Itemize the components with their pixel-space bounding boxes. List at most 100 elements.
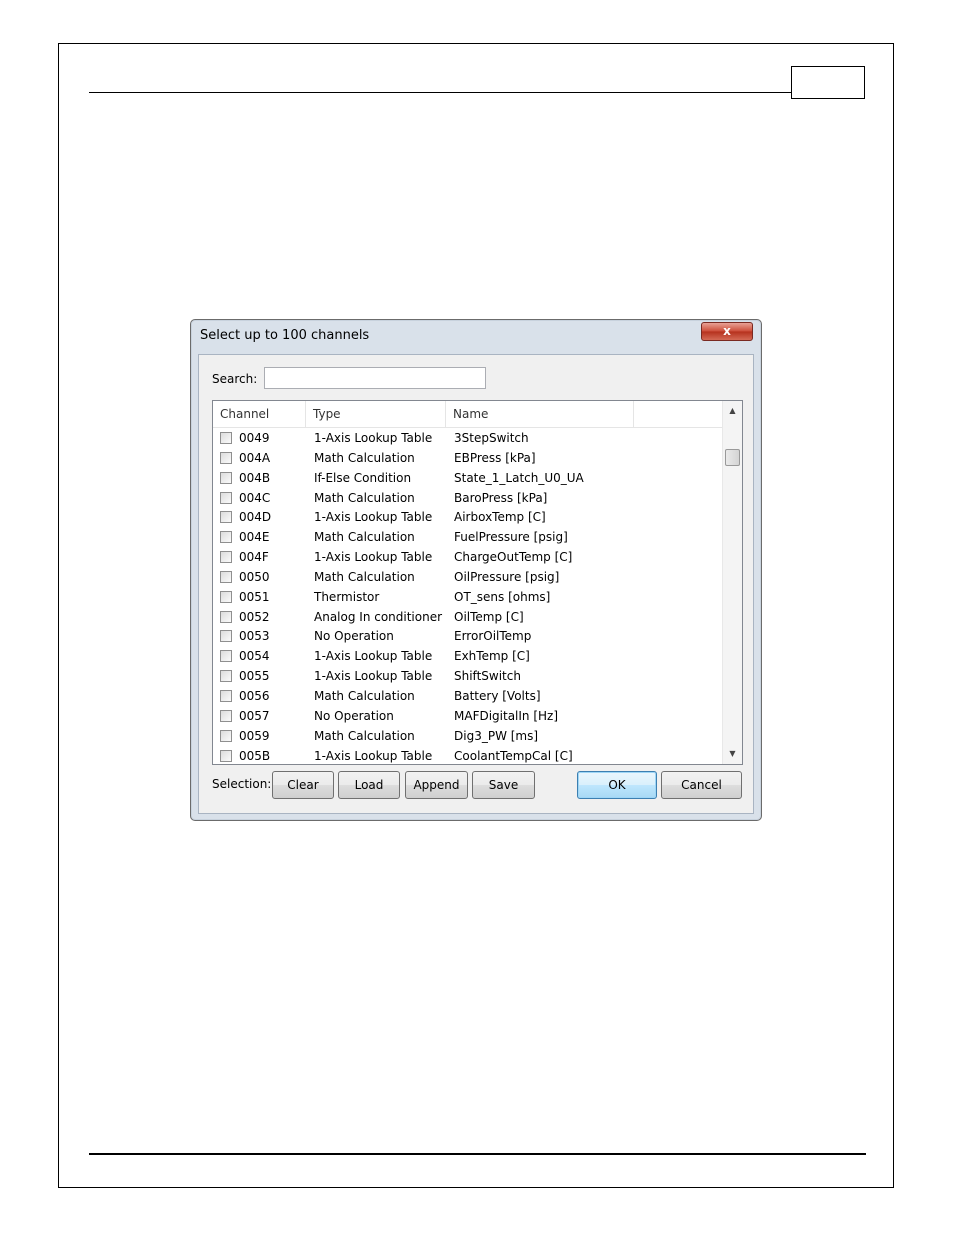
type-cell: Math Calculation [314, 490, 415, 505]
table-row[interactable]: 004B If-Else Condition State_1_Latch_U0_UA [213, 469, 723, 489]
name-cell: FuelPressure [psig] [454, 530, 568, 545]
name-cell: OT_sens [ohms] [454, 589, 551, 604]
type-cell: Math Calculation [314, 688, 415, 703]
channel-rows: 0049 1-Axis Lookup Table 3StepSwitch 004A Ma… [213, 429, 723, 765]
channel-cell: 0059 [239, 728, 270, 743]
table-row[interactable]: 004D 1-Axis Lookup Table AirboxTemp [C] [213, 508, 723, 528]
table-row[interactable]: 004F 1-Axis Lookup Table ChargeOutTemp [C] [213, 548, 723, 568]
column-header-channel[interactable]: Channel [213, 401, 306, 427]
dialog-body: Search: Channel Type Name 0049 1-Axis Loo… [198, 354, 754, 814]
load-button[interactable]: Load [338, 771, 400, 799]
close-button[interactable]: x [701, 322, 753, 341]
row-checkbox[interactable] [220, 650, 232, 663]
type-cell: 1-Axis Lookup Table [314, 550, 433, 565]
name-cell: 3StepSwitch [454, 431, 529, 445]
table-row[interactable]: 005B 1-Axis Lookup Table CoolantTempCal [C… [213, 747, 723, 765]
type-cell: 1-Axis Lookup Table [314, 748, 433, 763]
row-checkbox[interactable] [220, 610, 232, 623]
append-button[interactable]: Append [405, 771, 468, 799]
name-cell: ChargeOutTemp [C] [454, 550, 573, 565]
type-cell: 1-Axis Lookup Table [314, 510, 433, 525]
row-checkbox[interactable] [220, 432, 232, 444]
table-row[interactable]: 004C Math Calculation BaroPress [kPa] [213, 489, 723, 509]
dialog-title-bar[interactable]: Select up to 100 channels x [191, 320, 761, 354]
type-cell: Analog In conditioner [314, 609, 443, 624]
name-cell: AirboxTemp [C] [454, 510, 546, 525]
clear-button[interactable]: Clear [272, 771, 334, 799]
type-cell: Math Calculation [314, 450, 415, 465]
column-header-filler [634, 401, 723, 427]
name-cell: CoolantTempCal [C] [454, 748, 573, 763]
row-checkbox[interactable] [220, 749, 232, 762]
row-checkbox[interactable] [220, 491, 232, 504]
type-cell: No Operation [314, 629, 394, 644]
list-header: Channel Type Name [213, 401, 723, 428]
search-input[interactable] [264, 367, 486, 389]
channel-cell: 0055 [239, 669, 270, 684]
name-cell: OilPressure [psig] [454, 569, 560, 584]
scroll-thumb[interactable] [725, 449, 740, 466]
table-row[interactable]: 0050 Math Calculation OilPressure [psig] [213, 568, 723, 588]
name-cell: State_1_Latch_U0_UA [454, 470, 584, 485]
channel-cell: 004D [239, 510, 272, 525]
channel-cell: 0051 [239, 589, 270, 604]
type-cell: If-Else Condition [314, 470, 412, 485]
header-rule [89, 92, 792, 93]
table-row[interactable]: 0059 Math Calculation Dig3_PW [ms] [213, 727, 723, 747]
name-cell: Battery [Volts] [454, 688, 541, 703]
channel-cell: 0054 [239, 649, 270, 664]
table-row[interactable]: 004A Math Calculation EBPress [kPa] [213, 449, 723, 469]
type-cell: No Operation [314, 708, 394, 723]
row-checkbox[interactable] [220, 630, 232, 643]
table-row[interactable]: 0049 1-Axis Lookup Table 3StepSwitch [213, 429, 723, 449]
save-button[interactable]: Save [472, 771, 535, 799]
type-cell: 1-Axis Lookup Table [314, 431, 433, 445]
select-channels-dialog: Select up to 100 channels x Search: Chan… [190, 319, 762, 821]
table-row[interactable]: 0057 No Operation MAFDigitalIn [Hz] [213, 707, 723, 727]
name-cell: MAFDigitalIn [Hz] [454, 708, 559, 723]
row-checkbox[interactable] [220, 471, 232, 484]
table-row[interactable]: 0054 1-Axis Lookup Table ExhTemp [C] [213, 647, 723, 667]
type-cell: Thermistor [314, 589, 380, 604]
name-cell: ExhTemp [C] [454, 649, 530, 664]
name-cell: Dig3_PW [ms] [454, 728, 539, 743]
channel-list[interactable]: Channel Type Name 0049 1-Axis Lookup Tabl… [212, 400, 743, 765]
selection-label: Selection: [212, 777, 272, 791]
page-number-box [791, 66, 865, 99]
channel-cell: 004B [239, 470, 271, 485]
channel-cell: 0053 [239, 629, 270, 644]
row-checkbox[interactable] [220, 511, 232, 524]
channel-cell: 0056 [239, 688, 270, 703]
row-checkbox[interactable] [220, 570, 232, 583]
table-row[interactable]: 0056 Math Calculation Battery [Volts] [213, 687, 723, 707]
close-icon: x [723, 324, 731, 338]
ok-button[interactable]: OK [577, 771, 657, 799]
type-cell: Math Calculation [314, 569, 415, 584]
column-header-name[interactable]: Name [446, 401, 634, 427]
row-checkbox[interactable] [220, 670, 232, 683]
vertical-scrollbar[interactable]: ▲ ▼ [722, 401, 742, 764]
search-label: Search: [212, 372, 258, 386]
channel-cell: 004E [239, 530, 270, 545]
row-checkbox[interactable] [220, 590, 232, 603]
scroll-up-arrow-icon[interactable]: ▲ [723, 401, 742, 421]
type-cell: 1-Axis Lookup Table [314, 669, 433, 684]
table-row[interactable]: 0052 Analog In conditioner OilTemp [C] [213, 608, 723, 628]
row-checkbox[interactable] [220, 709, 232, 722]
channel-cell: 004C [239, 490, 271, 505]
row-checkbox[interactable] [220, 551, 232, 564]
row-checkbox[interactable] [220, 729, 232, 742]
column-header-type[interactable]: Type [306, 401, 446, 427]
channel-cell: 0057 [239, 708, 270, 723]
cancel-button[interactable]: Cancel [661, 771, 742, 799]
row-checkbox[interactable] [220, 531, 232, 544]
scroll-down-arrow-icon[interactable]: ▼ [723, 744, 742, 764]
name-cell: ShiftSwitch [454, 669, 521, 684]
row-checkbox[interactable] [220, 689, 232, 702]
table-row[interactable]: 0055 1-Axis Lookup Table ShiftSwitch [213, 667, 723, 687]
table-row[interactable]: 0053 No Operation ErrorOilTemp [213, 627, 723, 647]
row-checkbox[interactable] [220, 451, 232, 464]
table-row[interactable]: 0051 Thermistor OT_sens [ohms] [213, 588, 723, 608]
table-row[interactable]: 004E Math Calculation FuelPressure [psig] [213, 528, 723, 548]
type-cell: Math Calculation [314, 728, 415, 743]
